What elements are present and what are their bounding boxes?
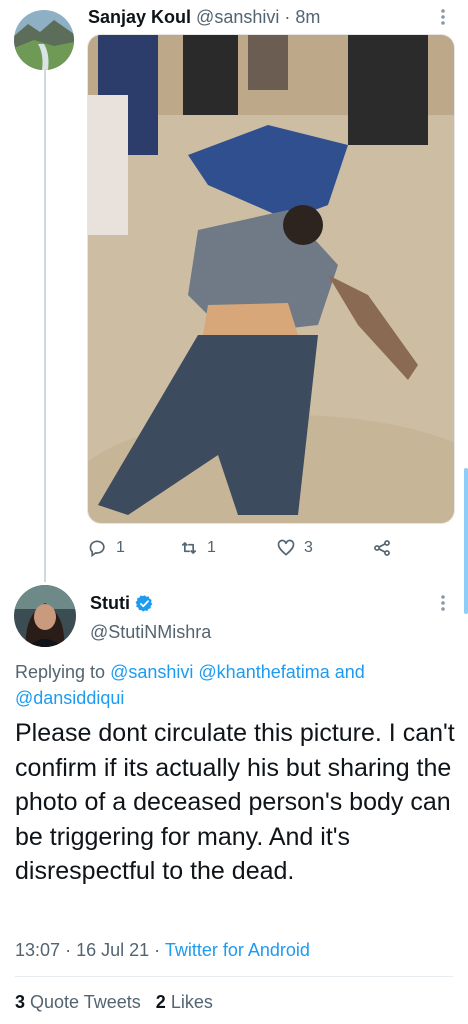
share-icon bbox=[374, 540, 390, 556]
like-button[interactable]: 3 bbox=[276, 538, 313, 558]
reply-count: 1 bbox=[116, 539, 125, 556]
reply-button[interactable]: 1 bbox=[88, 538, 125, 558]
tweet-image[interactable] bbox=[87, 34, 455, 524]
tweet-meta: 13:07 · 16 Jul 21 · Twitter for Android bbox=[15, 938, 310, 962]
divider bbox=[15, 976, 453, 977]
author-handle[interactable]: @StutiNMishra bbox=[90, 620, 211, 644]
tweet-header: Sanjay Koul @sanshivi · 8m bbox=[88, 5, 320, 29]
more-options-icon[interactable] bbox=[440, 8, 446, 26]
tweet-text: Please dont circulate this picture. I ca… bbox=[15, 719, 455, 885]
tweet-client[interactable]: Twitter for Android bbox=[165, 940, 310, 960]
scroll-indicator[interactable] bbox=[464, 468, 468, 614]
heart-icon bbox=[277, 539, 295, 556]
quote-count: 3 bbox=[15, 992, 26, 1012]
separator: · bbox=[284, 7, 291, 27]
replying-prefix: Replying to bbox=[15, 662, 106, 682]
tweet-actions: 1 1 3 bbox=[88, 538, 458, 562]
retweet-button[interactable]: 1 bbox=[179, 538, 216, 558]
retweet-icon bbox=[181, 542, 197, 554]
quote-tweets-stat[interactable]: 3 Quote Tweets bbox=[15, 992, 141, 1012]
author-name-row: Stuti bbox=[90, 591, 154, 615]
mention-link[interactable]: @dansiddiqui bbox=[15, 688, 124, 708]
retweet-count: 1 bbox=[207, 539, 216, 556]
verified-badge-icon bbox=[135, 594, 153, 612]
likes-label: Likes bbox=[170, 992, 213, 1012]
author-handle[interactable]: @sanshivi bbox=[196, 7, 279, 27]
likes-stat[interactable]: 2 Likes bbox=[156, 992, 213, 1012]
likes-count: 2 bbox=[155, 992, 166, 1012]
separator: · bbox=[65, 940, 72, 960]
mention-link[interactable]: @khanthefatima bbox=[198, 662, 329, 682]
reply-icon bbox=[89, 540, 105, 558]
replying-to: Replying to @sanshivi @khanthefatima and… bbox=[15, 659, 455, 711]
tweet-time[interactable]: 13:07 bbox=[15, 940, 60, 960]
author-name[interactable]: Stuti bbox=[90, 591, 130, 615]
separator: · bbox=[154, 940, 161, 960]
mention-link[interactable]: @sanshivi bbox=[110, 662, 193, 682]
timestamp[interactable]: 8m bbox=[295, 7, 320, 27]
mention-conjunction: and bbox=[334, 662, 365, 682]
tweet-stats: 3 Quote Tweets 2 Likes bbox=[15, 990, 213, 1014]
more-options-icon[interactable] bbox=[440, 594, 446, 612]
avatar[interactable] bbox=[14, 10, 74, 70]
avatar[interactable] bbox=[14, 585, 76, 647]
tweet-date[interactable]: 16 Jul 21 bbox=[76, 940, 149, 960]
author-name[interactable]: Sanjay Koul bbox=[88, 7, 191, 27]
thread-connector-line bbox=[44, 70, 46, 582]
like-count: 3 bbox=[304, 539, 313, 556]
quote-label: Quote Tweets bbox=[30, 992, 141, 1012]
share-button[interactable] bbox=[372, 538, 392, 558]
